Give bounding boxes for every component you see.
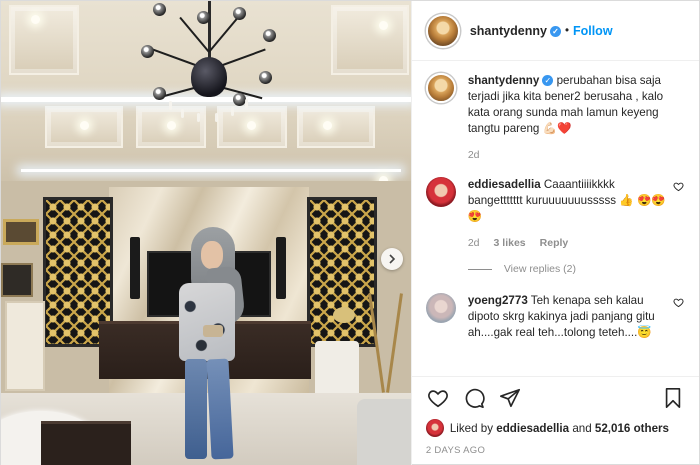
paper-plane-icon[interactable] xyxy=(498,386,522,410)
likes-and: and xyxy=(572,421,592,435)
chevron-right-icon[interactable] xyxy=(381,248,403,270)
speaker xyxy=(276,237,286,299)
comment-likes[interactable]: 3 likes xyxy=(494,235,526,251)
downlight xyxy=(247,121,256,130)
ceiling-coffer xyxy=(9,5,79,75)
downlight xyxy=(31,15,40,24)
downlight xyxy=(323,121,332,130)
downlight xyxy=(167,121,176,130)
ceiling-coffer xyxy=(331,5,409,75)
post-header: shantydenny ✓ • Follow xyxy=(411,1,699,61)
verified-badge-icon: ✓ xyxy=(542,75,554,87)
author-username[interactable]: shantydenny ✓ xyxy=(470,24,561,38)
divider-line xyxy=(467,268,492,270)
wall-frame xyxy=(1,263,33,297)
caption-username[interactable]: shantydenny xyxy=(468,74,540,87)
bookmark-icon[interactable] xyxy=(661,386,685,410)
comment-age[interactable]: 2d xyxy=(468,235,480,251)
post-side-panel: shantydenny ✓ • Follow shantydenny ✓ perub… xyxy=(410,1,699,465)
likes-count[interactable]: 52,016 others xyxy=(595,422,669,435)
post-photo[interactable] xyxy=(1,1,411,465)
wall-frame xyxy=(3,219,39,245)
comments-list: shantydenny ✓ perubahan bisa saja terjadi… xyxy=(412,61,699,376)
reply-button[interactable]: Reply xyxy=(540,235,569,251)
post-actions-bar: Liked by eddiesadellia and 52,016 others… xyxy=(411,376,699,465)
commenter-avatar[interactable] xyxy=(425,177,456,207)
post-timestamp[interactable]: 2 DAYS AGO xyxy=(426,445,685,456)
comment-bubble-icon[interactable] xyxy=(462,386,486,410)
caption: shantydenny ✓ perubahan bisa saja terjadi… xyxy=(425,73,685,163)
caption-age[interactable]: 2d xyxy=(468,147,480,163)
heart-outline-icon[interactable] xyxy=(426,386,450,410)
view-replies-label: View replies (2) xyxy=(503,263,576,275)
commenter-avatar[interactable] xyxy=(425,293,456,323)
verified-badge-icon: ✓ xyxy=(549,25,561,37)
action-buttons xyxy=(426,385,685,411)
author-avatar[interactable] xyxy=(425,13,460,48)
liker-avatar[interactable] xyxy=(425,419,444,437)
downlight xyxy=(379,21,388,30)
led-strip xyxy=(21,169,401,172)
instagram-post: shantydenny ✓ • Follow shantydenny ✓ perub… xyxy=(0,0,700,465)
likes-summary: Liked by eddiesadellia and 52,016 others xyxy=(425,419,685,437)
comment-item: yoeng2773 Teh kenapa seh kalau dipoto sk… xyxy=(425,293,685,341)
chair xyxy=(315,341,359,397)
heart-small-icon[interactable] xyxy=(673,297,685,311)
liker-username[interactable]: eddiesadellia xyxy=(496,422,569,435)
view-replies-link[interactable]: View replies (2) xyxy=(467,263,685,275)
woman-figure xyxy=(173,227,253,465)
commenter-username[interactable]: eddiesadellia xyxy=(468,178,541,191)
easel xyxy=(367,283,407,393)
side-shelf xyxy=(5,301,45,391)
downlight xyxy=(80,121,89,130)
author-avatar[interactable] xyxy=(425,73,456,103)
ceiling-coffer xyxy=(297,106,375,148)
heart-small-icon[interactable] xyxy=(673,181,685,195)
likes-prefix: Liked by xyxy=(449,421,494,435)
speaker xyxy=(130,237,140,299)
led-strip xyxy=(1,97,411,102)
plant xyxy=(333,307,355,323)
coffee-table xyxy=(41,421,131,465)
comment-item: eddiesadellia Caaantiiiikkkk bangetttttt… xyxy=(425,177,685,251)
follow-button[interactable]: Follow xyxy=(573,24,613,38)
sofa xyxy=(357,399,411,465)
commenter-username[interactable]: yoeng2773 xyxy=(468,294,528,307)
separator-dot: • xyxy=(564,24,569,37)
